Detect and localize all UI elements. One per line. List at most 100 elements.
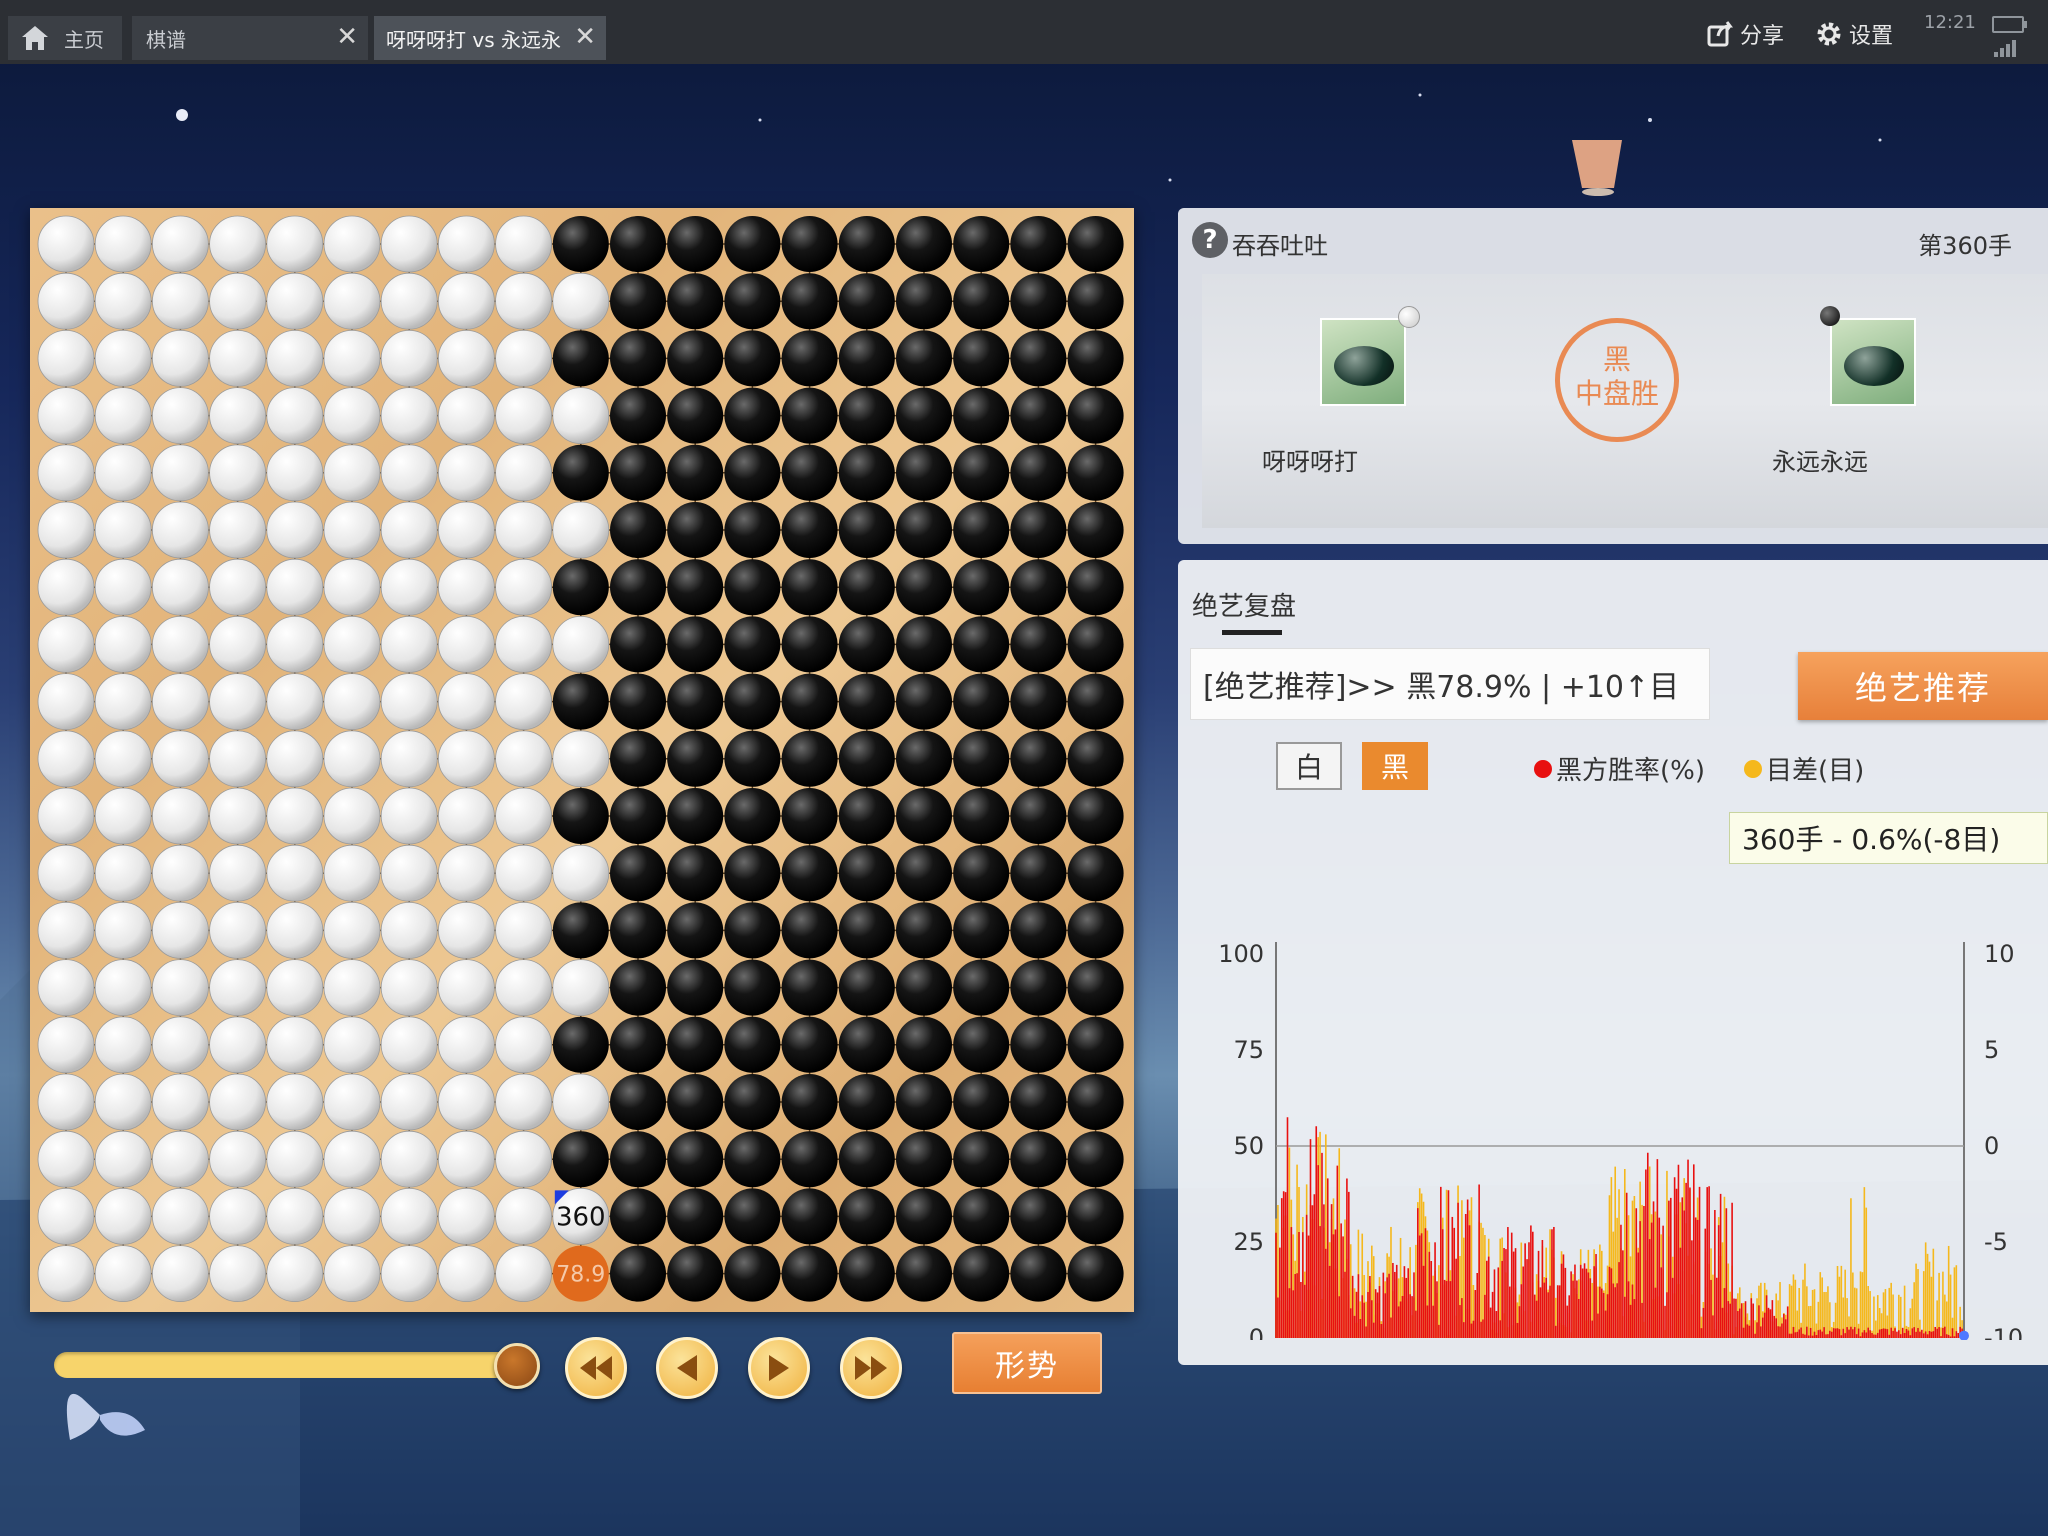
white-stone bbox=[94, 501, 152, 559]
black-stone bbox=[1067, 502, 1124, 558]
close-icon[interactable]: ✕ bbox=[336, 24, 358, 50]
white-stone bbox=[151, 787, 209, 845]
white-toggle[interactable]: 白 bbox=[1276, 742, 1342, 790]
white-stone bbox=[94, 959, 152, 1016]
black-stone bbox=[781, 902, 838, 959]
ai-recommend-button[interactable]: 绝艺推荐 bbox=[1798, 652, 2048, 720]
black-stone bbox=[838, 788, 895, 844]
white-stone bbox=[37, 1130, 95, 1188]
white-stone bbox=[151, 329, 209, 387]
white-stone bbox=[495, 1188, 553, 1245]
white-stone bbox=[94, 787, 152, 845]
first-move-button[interactable] bbox=[565, 1337, 627, 1399]
black-stone bbox=[667, 959, 724, 1016]
black-stone bbox=[896, 444, 952, 501]
white-stone bbox=[37, 501, 95, 559]
black-stone bbox=[953, 273, 1010, 330]
tab-ai-review[interactable]: 绝艺复盘 bbox=[1192, 586, 1296, 623]
white-stone bbox=[209, 1073, 267, 1131]
black-stone bbox=[724, 959, 781, 1016]
tab-qipu[interactable]: 棋谱 ✕ bbox=[132, 16, 368, 60]
white-stone bbox=[495, 1016, 553, 1074]
result-seal: 黑 中盘胜 bbox=[1555, 318, 1679, 442]
settings-button[interactable]: 设置 bbox=[1815, 18, 1893, 50]
black-stone bbox=[1010, 387, 1067, 444]
situation-button[interactable]: 形势 bbox=[952, 1332, 1102, 1394]
white-stone bbox=[495, 329, 553, 387]
tab-game[interactable]: 呀呀呀打 vs 永远永 ✕ bbox=[374, 16, 606, 60]
winrate-chart[interactable]: 10075502501050-5-10 bbox=[1178, 860, 2048, 1340]
white-stone bbox=[380, 215, 438, 273]
white-stone bbox=[266, 959, 324, 1016]
white-stone bbox=[37, 1016, 95, 1074]
white-stone bbox=[151, 444, 209, 502]
white-stone bbox=[437, 844, 495, 902]
legend-diff: 目差(目) bbox=[1744, 750, 1864, 787]
next-move-button[interactable] bbox=[748, 1337, 810, 1399]
white-stone bbox=[209, 444, 267, 502]
white-stone bbox=[552, 501, 610, 559]
prev-move-button[interactable] bbox=[656, 1337, 718, 1399]
white-stone bbox=[94, 329, 152, 387]
black-stone bbox=[667, 216, 724, 272]
black-stone bbox=[896, 902, 952, 959]
slider-handle[interactable] bbox=[494, 1343, 540, 1389]
go-board[interactable]: 360 78.9 bbox=[30, 208, 1134, 1312]
white-stone bbox=[323, 1245, 381, 1302]
share-label: 分享 bbox=[1740, 24, 1785, 49]
share-button[interactable]: 分享 bbox=[1706, 18, 1784, 50]
black-stone bbox=[781, 444, 838, 501]
black-stone bbox=[667, 502, 724, 558]
black-stone bbox=[953, 444, 1010, 501]
white-stone bbox=[437, 215, 495, 273]
black-stone bbox=[953, 1188, 1010, 1245]
black-stone bbox=[953, 559, 1010, 616]
white-stone bbox=[209, 329, 267, 387]
game-title: 吞吞吐吐 bbox=[1232, 232, 1328, 260]
black-stone bbox=[838, 216, 895, 272]
y-left-tick: 0 bbox=[1249, 1324, 1264, 1340]
white-stone bbox=[266, 272, 324, 330]
white-stone bbox=[380, 558, 438, 616]
white-stone bbox=[495, 844, 553, 902]
white-stone bbox=[94, 1130, 152, 1188]
white-player-name: 呀呀呀打 bbox=[1262, 448, 1358, 476]
black-stone bbox=[781, 616, 838, 673]
black-stone bbox=[610, 1188, 666, 1245]
white-stone bbox=[37, 730, 95, 788]
black-stone bbox=[1010, 616, 1067, 673]
black-stone bbox=[552, 902, 609, 959]
white-stone bbox=[323, 215, 381, 273]
black-stone bbox=[552, 788, 609, 844]
black-stone bbox=[667, 730, 724, 787]
move-slider[interactable] bbox=[54, 1352, 518, 1378]
help-icon[interactable]: ? bbox=[1192, 222, 1228, 258]
white-player-avatar[interactable] bbox=[1320, 318, 1406, 406]
black-stone bbox=[667, 559, 724, 616]
black-stone bbox=[838, 1074, 895, 1130]
board-stones[interactable]: 360 78.9 bbox=[30, 208, 1134, 1312]
white-stone bbox=[94, 730, 152, 788]
white-stone bbox=[552, 959, 610, 1016]
battery-icon bbox=[1992, 16, 2027, 33]
black-stone bbox=[838, 387, 895, 444]
black-player-avatar[interactable] bbox=[1830, 318, 1916, 406]
white-stone bbox=[94, 902, 152, 959]
black-stone bbox=[781, 788, 838, 844]
white-stone bbox=[37, 787, 95, 845]
black-stone bbox=[667, 1188, 724, 1245]
black-stone bbox=[1010, 559, 1067, 616]
close-icon[interactable]: ✕ bbox=[574, 24, 596, 50]
black-stone bbox=[781, 387, 838, 444]
black-toggle[interactable]: 黑 bbox=[1362, 742, 1428, 790]
white-stone bbox=[437, 1073, 495, 1131]
black-stone bbox=[1010, 216, 1067, 272]
last-move-button[interactable] bbox=[840, 1337, 902, 1399]
black-stone bbox=[610, 902, 666, 959]
white-stone bbox=[37, 387, 95, 445]
white-stone bbox=[495, 902, 553, 959]
white-stone bbox=[380, 1188, 438, 1245]
black-stone bbox=[838, 730, 895, 787]
white-stone bbox=[94, 673, 152, 731]
tab-home[interactable]: 主页 bbox=[8, 16, 122, 60]
